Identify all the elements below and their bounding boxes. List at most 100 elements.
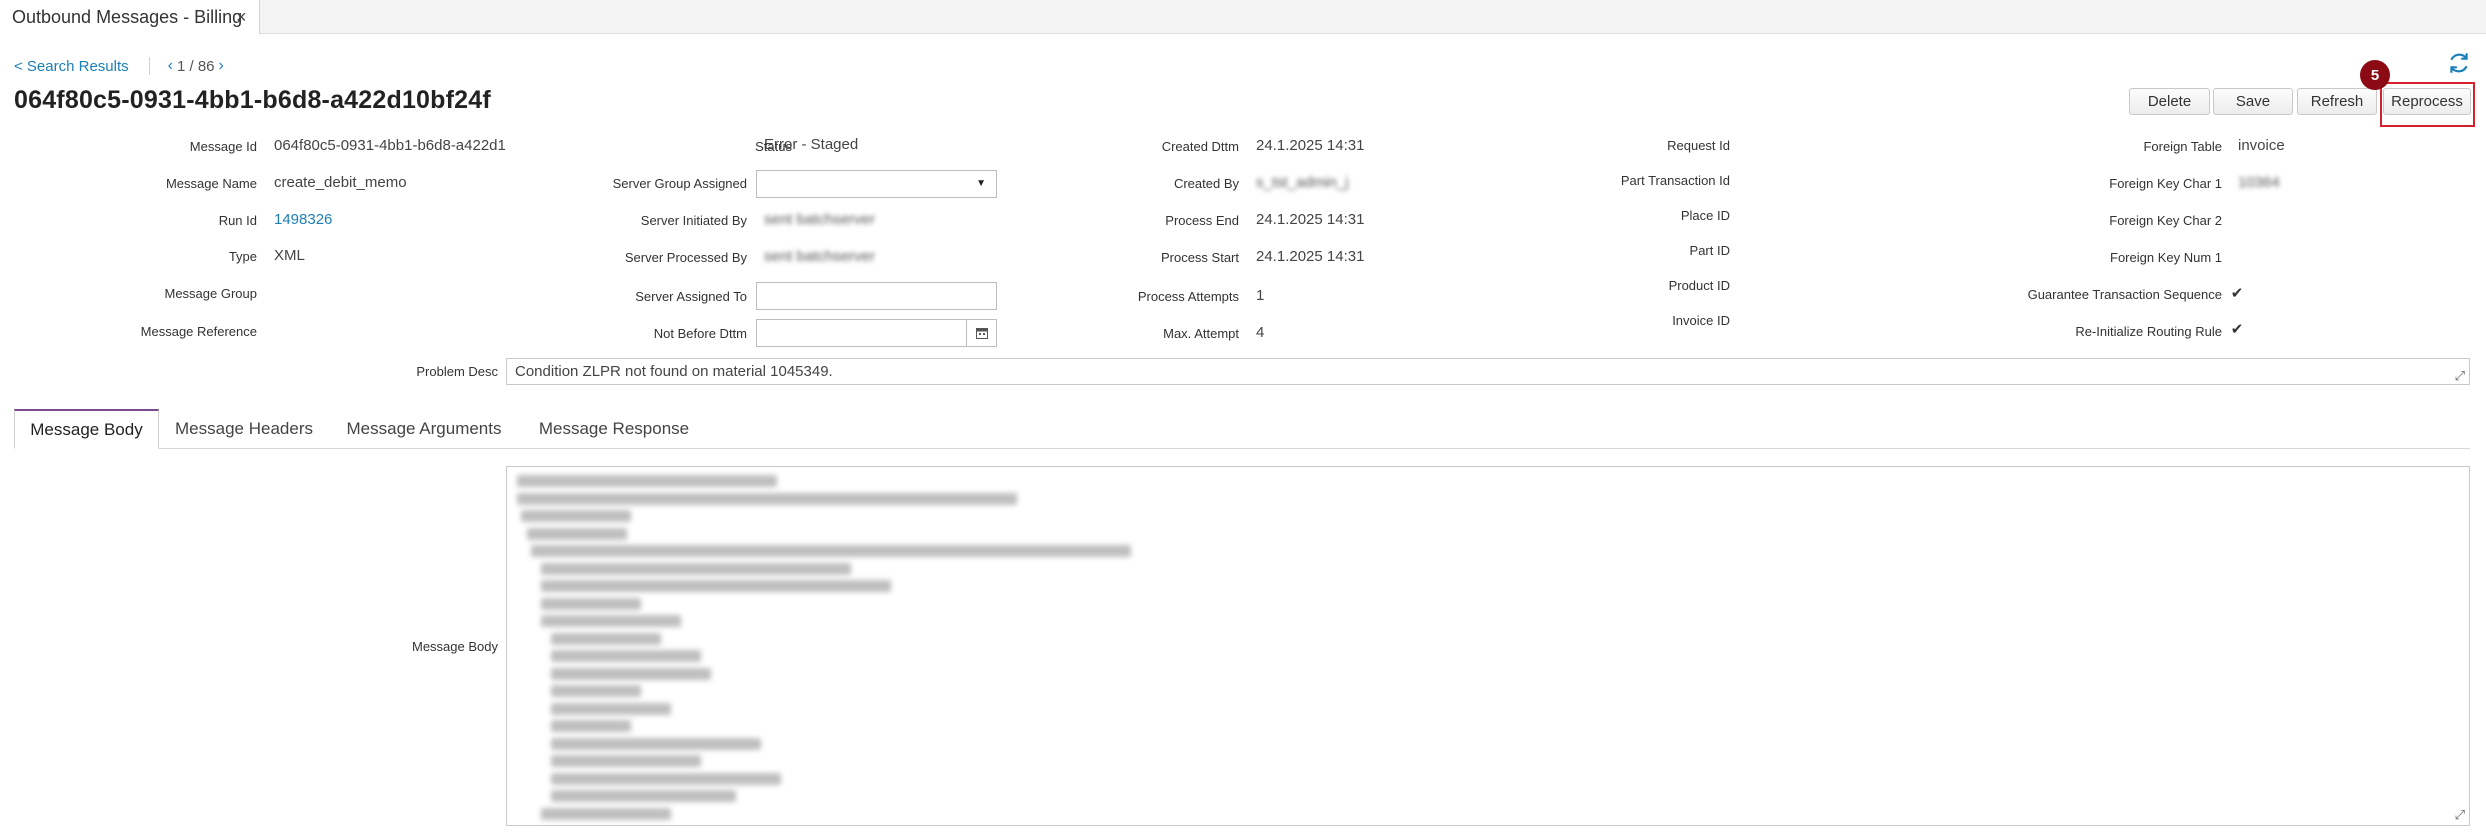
redacted-xml-line (551, 720, 631, 732)
redacted-xml-line (541, 580, 891, 592)
label-guarantee-transaction-sequence: Guarantee Transaction Sequence (2027, 287, 2222, 302)
redacted-xml-line (521, 510, 631, 522)
redacted-xml-line (551, 650, 701, 662)
chevron-right-icon[interactable]: › (215, 57, 228, 75)
value-status: Error - Staged (764, 136, 859, 153)
label-foreign-key-num-1: Foreign Key Num 1 (2110, 250, 2222, 265)
redacted-xml-line (541, 562, 851, 575)
detail-tabs: Message Body Message Headers Message Arg… (14, 409, 2470, 449)
delete-button[interactable]: Delete (2129, 88, 2210, 115)
value-message-id: 064f80c5-0931-4bb1-b6d8-a422d1 (274, 137, 506, 154)
tab-title: Outbound Messages - Billing (12, 6, 243, 27)
message-body-textarea[interactable]: ⤢ (506, 466, 2470, 826)
nav-divider (148, 57, 150, 75)
resize-icon[interactable]: ⤢ (2455, 807, 2465, 823)
label-created-dttm: Created Dttm (1161, 139, 1239, 154)
value-process-start: 24.1.2025 14:31 (1256, 248, 1365, 265)
redacted-xml-line (541, 615, 681, 627)
problem-desc-text: Condition ZLPR not found on material 104… (515, 363, 833, 380)
redacted-xml-line (551, 790, 736, 802)
value-process-end: 24.1.2025 14:31 (1256, 211, 1365, 228)
redacted-xml-line (517, 475, 777, 487)
redacted-xml-line (531, 545, 1131, 557)
redacted-xml-line (551, 667, 711, 680)
server-group-select[interactable]: ▼ (756, 170, 997, 198)
refresh-button[interactable]: Refresh (2297, 88, 2377, 115)
redacted-xml-line (551, 702, 671, 715)
label-foreign-key-char-1: Foreign Key Char 1 (2109, 176, 2222, 191)
redacted-xml-line (517, 492, 1017, 505)
label-message-name: Message Name (165, 176, 257, 191)
redacted-xml-line (551, 755, 701, 767)
highlight-box (2380, 82, 2475, 127)
label-max-attempt: Max. Attempt (1163, 326, 1239, 341)
label-product-id: Product ID (1668, 278, 1730, 293)
save-button[interactable]: Save (2213, 88, 2293, 115)
label-process-end: Process End (1165, 213, 1239, 228)
page-title: 064f80c5-0931-4bb1-b6d8-a422d10bf24f (14, 86, 491, 114)
tab-message-headers[interactable]: Message Headers (164, 409, 324, 449)
value-foreign-table: invoice (2238, 137, 2285, 154)
value-created-dttm: 24.1.2025 14:31 (1256, 137, 1365, 154)
label-process-attempts: Process Attempts (1137, 289, 1239, 304)
record-pager: 1 / 86 (176, 57, 215, 75)
label-foreign-key-char-2: Foreign Key Char 2 (2109, 213, 2222, 228)
redacted-xml-line (551, 632, 661, 645)
record-navigation: < Search Results ‹ 1 / 86 › (14, 56, 228, 76)
label-message-reference: Message Reference (140, 324, 257, 339)
document-tab-bar: Outbound Messages - Billing × (0, 0, 2486, 34)
calendar-icon[interactable] (966, 320, 996, 346)
value-server-processed-by: sent batchserver (764, 248, 875, 265)
label-created-by: Created By (1173, 176, 1239, 191)
value-foreign-key-char-1: 10364 (2238, 174, 2280, 191)
label-server-initiated-by: Server Initiated By (640, 213, 747, 228)
tab-outbound-messages-billing[interactable]: Outbound Messages - Billing × (0, 0, 260, 34)
redacted-xml-line (541, 807, 671, 820)
server-assigned-to-input[interactable] (756, 282, 997, 310)
label-server-group-assigned: Server Group Assigned (612, 176, 747, 191)
label-type: Type (228, 249, 257, 264)
label-message-group: Message Group (164, 286, 258, 301)
value-message-name: create_debit_memo (274, 174, 407, 191)
label-message-body: Message Body (412, 639, 498, 654)
value-created-by: s_tst_admin_j (1256, 174, 1349, 191)
label-part-transaction-id: Part Transaction Id (1620, 173, 1730, 188)
label-problem-desc: Problem Desc (416, 364, 498, 379)
step-badge: 5 (2360, 60, 2390, 90)
redacted-xml-line (541, 597, 641, 610)
label-invoice-id: Invoice ID (1672, 313, 1730, 328)
reinitialize-routing-rule-checkbox[interactable]: ✔ (2229, 322, 2245, 338)
label-foreign-table: Foreign Table (2143, 139, 2222, 154)
resize-icon[interactable]: ⤢ (2455, 368, 2465, 384)
tab-message-response[interactable]: Message Response (524, 409, 704, 449)
tab-message-body[interactable]: Message Body (14, 409, 159, 449)
not-before-dttm-input[interactable] (756, 319, 997, 347)
label-place-id: Place ID (1680, 208, 1730, 223)
label-request-id: Request Id (1667, 138, 1730, 153)
label-run-id: Run Id (218, 213, 257, 228)
run-id-link[interactable]: 1498326 (274, 211, 332, 228)
problem-desc-textarea[interactable]: Condition ZLPR not found on material 104… (506, 358, 2470, 385)
label-reinitialize-routing-rule: Re-Initialize Routing Rule (2075, 324, 2222, 339)
refresh-icon[interactable] (2446, 50, 2472, 76)
redacted-xml-line (551, 685, 641, 697)
redacted-xml-line (551, 737, 761, 750)
value-max-attempt: 4 (1256, 324, 1265, 341)
chevron-down-icon: ▼ (976, 178, 986, 189)
label-server-processed-by: Server Processed By (624, 250, 747, 265)
label-server-assigned-to: Server Assigned To (635, 289, 747, 304)
chevron-left-icon[interactable]: ‹ (164, 57, 177, 75)
label-process-start: Process Start (1160, 250, 1239, 265)
redacted-xml-line (527, 527, 627, 540)
redacted-xml-line (551, 772, 781, 785)
label-not-before-dttm: Not Before Dttm (653, 326, 747, 341)
tab-message-arguments[interactable]: Message Arguments (329, 409, 519, 449)
search-results-link[interactable]: < Search Results (14, 58, 129, 75)
value-server-initiated-by: sent batchserver (764, 211, 875, 228)
value-process-attempts: 1 (1256, 287, 1265, 304)
label-message-id: Message Id (189, 139, 257, 154)
close-icon[interactable]: × (236, 7, 247, 28)
value-type: XML (274, 247, 305, 264)
label-part-id: Part ID (1689, 243, 1730, 258)
guarantee-transaction-sequence-checkbox[interactable]: ✔ (2229, 286, 2245, 302)
